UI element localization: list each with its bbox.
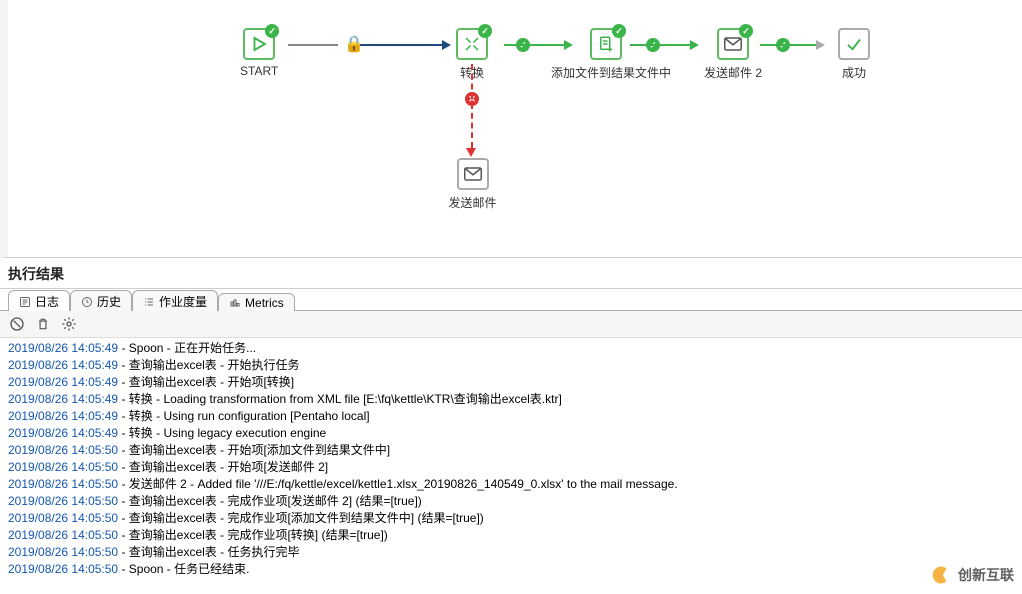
node-mail2[interactable]: 发送邮件 2 bbox=[698, 28, 768, 81]
log-message: - 转换 - Using legacy execution engine bbox=[118, 426, 326, 440]
results-tabs: 日志 历史 作业度量 Metrics bbox=[0, 289, 1022, 311]
list-icon bbox=[143, 296, 155, 308]
tab-label: Metrics bbox=[245, 296, 284, 310]
check-badge-icon bbox=[265, 24, 279, 38]
arrow-icon bbox=[466, 148, 476, 157]
log-message: - 查询输出excel表 - 完成作业项[发送邮件 2] (结果=[true]) bbox=[118, 494, 422, 508]
log-message: - 转换 - Loading transformation from XML f… bbox=[118, 392, 562, 406]
log-line: 2019/08/26 14:05:50 - 查询输出excel表 - 完成作业项… bbox=[8, 493, 1014, 510]
node-label: 成功 bbox=[838, 64, 870, 81]
log-message: - 查询输出excel表 - 任务执行完毕 bbox=[118, 545, 299, 559]
connector bbox=[360, 44, 442, 46]
log-timestamp: 2019/08/26 14:05:49 bbox=[8, 392, 118, 406]
log-timestamp: 2019/08/26 14:05:50 bbox=[8, 562, 118, 576]
log-line: 2019/08/26 14:05:49 - Spoon - 正在开始任务... bbox=[8, 340, 1014, 357]
log-timestamp: 2019/08/26 14:05:50 bbox=[8, 528, 118, 542]
tab-metrics[interactable]: Metrics bbox=[218, 293, 295, 311]
tab-history[interactable]: 历史 bbox=[70, 290, 132, 311]
tab-label: 日志 bbox=[35, 293, 59, 310]
node-label: 发送邮件 2 bbox=[698, 64, 768, 81]
log-line: 2019/08/26 14:05:50 - Spoon - 任务已经结束. bbox=[8, 561, 1014, 578]
log-message: - 查询输出excel表 - 开始项[转换] bbox=[118, 375, 294, 389]
results-title: 执行结果 bbox=[0, 258, 1022, 289]
node-transform[interactable]: 转换 bbox=[456, 28, 488, 81]
log-line: 2019/08/26 14:05:49 - 转换 - Loading trans… bbox=[8, 391, 1014, 408]
log-message: - 查询输出excel表 - 开始项[发送邮件 2] bbox=[118, 460, 328, 474]
log-timestamp: 2019/08/26 14:05:49 bbox=[8, 409, 118, 423]
node-label: START bbox=[240, 64, 278, 78]
log-icon bbox=[19, 296, 31, 308]
log-line: 2019/08/26 14:05:49 - 转换 - Using legacy … bbox=[8, 425, 1014, 442]
log-timestamp: 2019/08/26 14:05:50 bbox=[8, 545, 118, 559]
node-success[interactable]: 成功 bbox=[838, 28, 870, 81]
node-label: 添加文件到结果文件中 bbox=[551, 64, 661, 81]
log-timestamp: 2019/08/26 14:05:50 bbox=[8, 477, 118, 491]
watermark: 创新互联 bbox=[930, 564, 1014, 586]
log-message: - Spoon - 任务已经结束. bbox=[118, 562, 249, 576]
log-line: 2019/08/26 14:05:49 - 查询输出excel表 - 开始执行任… bbox=[8, 357, 1014, 374]
log-timestamp: 2019/08/26 14:05:49 bbox=[8, 375, 118, 389]
node-label: 转换 bbox=[456, 64, 488, 81]
log-line: 2019/08/26 14:05:50 - 查询输出excel表 - 任务执行完… bbox=[8, 544, 1014, 561]
log-line: 2019/08/26 14:05:49 - 转换 - Using run con… bbox=[8, 408, 1014, 425]
node-start[interactable]: START bbox=[240, 28, 278, 78]
check-badge-icon bbox=[612, 24, 626, 38]
history-icon bbox=[81, 296, 93, 308]
log-message: - 发送邮件 2 - Added file '///E:/fq/kettle/e… bbox=[118, 477, 678, 491]
metrics-icon bbox=[229, 297, 241, 309]
tab-log[interactable]: 日志 bbox=[8, 290, 70, 311]
connector bbox=[288, 44, 338, 46]
log-panel[interactable]: 2019/08/26 14:05:49 - Spoon - 正在开始任务...2… bbox=[0, 338, 1022, 580]
tab-label: 作业度量 bbox=[159, 293, 207, 310]
log-line: 2019/08/26 14:05:50 - 查询输出excel表 - 完成作业项… bbox=[8, 527, 1014, 544]
settings-button[interactable] bbox=[60, 315, 78, 333]
tab-label: 历史 bbox=[97, 293, 121, 310]
log-message: - Spoon - 正在开始任务... bbox=[118, 341, 256, 355]
clear-log-button[interactable] bbox=[34, 315, 52, 333]
watermark-icon bbox=[930, 564, 952, 586]
log-toolbar bbox=[0, 311, 1022, 338]
log-line: 2019/08/26 14:05:49 - 查询输出excel表 - 开始项[转… bbox=[8, 374, 1014, 391]
node-label: 发送邮件 bbox=[445, 194, 500, 211]
arrow-icon bbox=[816, 40, 825, 50]
log-line: 2019/08/26 14:05:50 - 查询输出excel表 - 开始项[发… bbox=[8, 459, 1014, 476]
arrow-icon bbox=[442, 40, 451, 50]
check-badge-icon bbox=[478, 24, 492, 38]
log-timestamp: 2019/08/26 14:05:49 bbox=[8, 358, 118, 372]
log-timestamp: 2019/08/26 14:05:50 bbox=[8, 494, 118, 508]
log-timestamp: 2019/08/26 14:05:50 bbox=[8, 511, 118, 525]
log-timestamp: 2019/08/26 14:05:50 bbox=[8, 443, 118, 457]
log-line: 2019/08/26 14:05:50 - 发送邮件 2 - Added fil… bbox=[8, 476, 1014, 493]
node-addfile[interactable]: 添加文件到结果文件中 bbox=[551, 28, 661, 81]
log-message: - 转换 - Using run configuration [Pentaho … bbox=[118, 409, 369, 423]
log-line: 2019/08/26 14:05:50 - 查询输出excel表 - 开始项[添… bbox=[8, 442, 1014, 459]
job-canvas[interactable]: 🔒 ✕ START 转换 添加文件到结果文件中 bbox=[0, 0, 1022, 258]
node-mail[interactable]: 发送邮件 bbox=[445, 158, 500, 211]
log-message: - 查询输出excel表 - 完成作业项[转换] (结果=[true]) bbox=[118, 528, 388, 542]
connector bbox=[760, 44, 816, 46]
log-message: - 查询输出excel表 - 开始项[添加文件到结果文件中] bbox=[118, 443, 390, 457]
watermark-text: 创新互联 bbox=[958, 565, 1014, 585]
log-line: 2019/08/26 14:05:50 - 查询输出excel表 - 完成作业项… bbox=[8, 510, 1014, 527]
log-message: - 查询输出excel表 - 完成作业项[添加文件到结果文件中] (结果=[tr… bbox=[118, 511, 484, 525]
stop-button[interactable] bbox=[8, 315, 26, 333]
tab-job-metrics[interactable]: 作业度量 bbox=[132, 290, 218, 311]
log-timestamp: 2019/08/26 14:05:49 bbox=[8, 426, 118, 440]
log-timestamp: 2019/08/26 14:05:50 bbox=[8, 460, 118, 474]
log-timestamp: 2019/08/26 14:05:49 bbox=[8, 341, 118, 355]
check-badge-icon bbox=[739, 24, 753, 38]
log-message: - 查询输出excel表 - 开始执行任务 bbox=[118, 358, 299, 372]
